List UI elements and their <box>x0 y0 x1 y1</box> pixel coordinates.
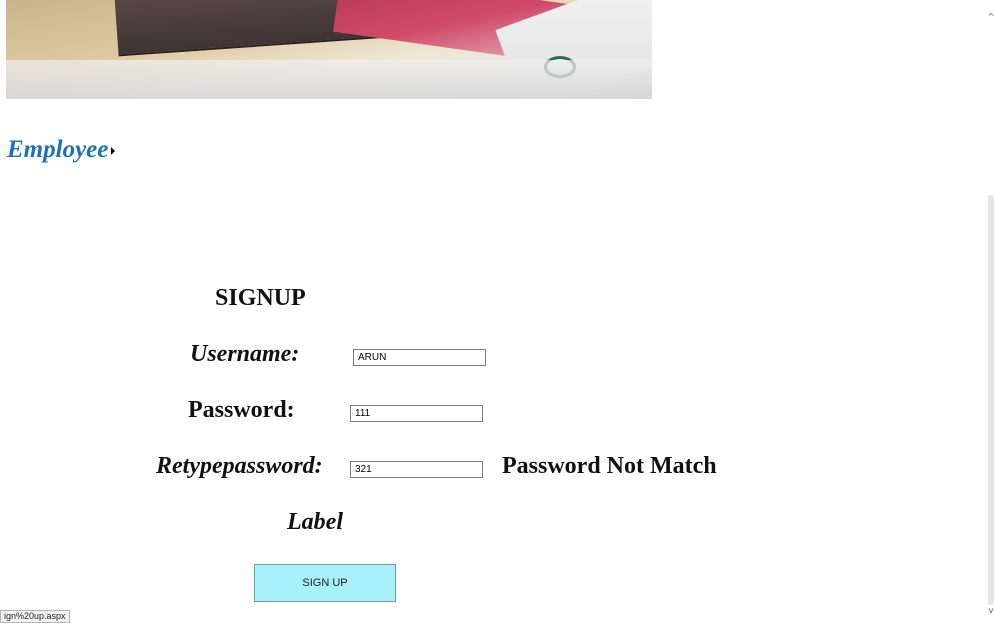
banner-cloth <box>6 60 652 99</box>
password-label: Password: <box>188 397 295 423</box>
banner-image <box>6 0 652 99</box>
menu-employee-label[interactable]: Employee <box>7 136 108 164</box>
password-input[interactable] <box>350 405 483 422</box>
retype-password-label: Retypepassword: <box>156 453 323 479</box>
page-title: SIGNUP <box>215 285 306 311</box>
retype-password-input[interactable] <box>350 461 483 478</box>
username-label: Username: <box>190 341 300 367</box>
status-label: Label <box>287 509 343 535</box>
submenu-arrow-icon <box>111 147 116 155</box>
password-mismatch-message: Password Not Match <box>502 453 717 479</box>
scroll-down-arrow-icon[interactable]: v <box>987 606 995 616</box>
status-bar-url: ign%20up.aspx <box>0 610 70 623</box>
menu-employee[interactable]: Employee <box>7 136 116 164</box>
signup-button[interactable]: SIGN UP <box>254 564 396 602</box>
scrollbar-thumb[interactable] <box>988 195 994 605</box>
scroll-up-arrow-icon[interactable]: ^ <box>987 12 995 22</box>
username-input[interactable] <box>353 349 486 366</box>
